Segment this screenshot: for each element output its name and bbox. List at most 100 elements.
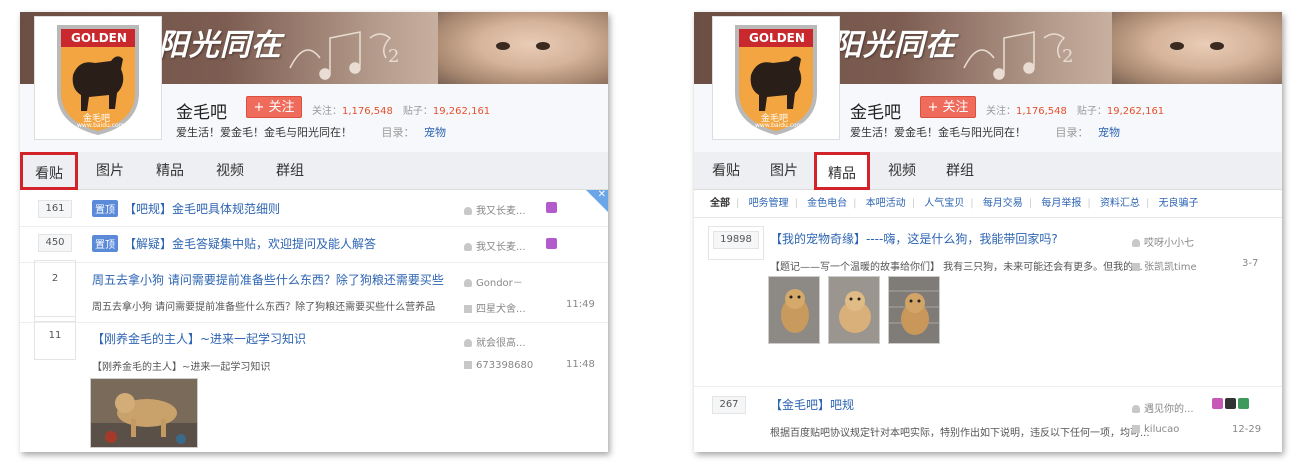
forum-name: 金毛吧 <box>850 103 901 123</box>
user-icon <box>464 339 472 347</box>
post-title-link[interactable]: 周五去拿小狗 请问需要提前准备些什么东西？除了狗粮还需要买些 <box>92 271 444 288</box>
user-icon <box>464 207 472 215</box>
forum-nav-bar: 看贴 图片 精品 视频 群组 <box>694 152 1282 190</box>
post-title-link[interactable]: 【刚养金毛的主人】~进来一起学习知识 <box>92 330 306 347</box>
logo-url: www.baidu.com <box>77 122 125 129</box>
forum-name: 金毛吧 <box>176 103 227 123</box>
tab-featured[interactable]: 精品 <box>142 152 198 190</box>
user-icon <box>464 243 472 251</box>
tab-pictures[interactable]: 图片 <box>82 152 138 190</box>
post-author[interactable]: Gondor－ <box>464 274 523 289</box>
post-title-link[interactable]: 【我的宠物奇缘】----嗨，这是什么狗，我能带回家吗? <box>770 230 1058 247</box>
music-notes-decoration: 2 <box>289 31 399 80</box>
category-item[interactable]: 本吧活动 <box>866 198 906 209</box>
tab-groups[interactable]: 群组 <box>932 152 988 190</box>
close-icon: ✕ <box>597 189 606 200</box>
logo-url: www.baidu.com <box>755 122 803 129</box>
post-author[interactable]: 哎呀小小七 <box>1132 234 1194 249</box>
last-reply-user[interactable]: 673398680 <box>464 360 533 371</box>
row-divider <box>20 322 608 323</box>
forum-nav-bar: 看贴 图片 精品 视频 群组 <box>20 152 608 190</box>
category-all[interactable]: 全部 <box>710 198 730 209</box>
member-level-icon <box>546 202 557 213</box>
member-level-icon <box>1212 398 1223 409</box>
reply-count-highlighted: 19898 <box>708 226 764 260</box>
reply-count-highlighted: 2 <box>34 260 76 322</box>
forum-slogan-line: 爱生活！爱金毛！金毛与阳光同在！ 目录： 宠物 <box>850 124 1120 140</box>
forum-stats: 关注：1,176,548 贴子：19,262,161 <box>312 102 490 117</box>
forum-stats: 关注：1,176,548 贴子：19,262,161 <box>986 102 1164 117</box>
tab-videos[interactable]: 视频 <box>874 152 930 190</box>
forum-panel-posts-view: 阳光同在 2 GOLDEN 金毛吧 www.baidu.com 金毛吧 + 关注… <box>20 12 608 452</box>
reply-time: 11:48 <box>566 359 595 370</box>
logo-text: GOLDEN <box>749 31 805 45</box>
post-title-link[interactable]: 置顶 【解疑】金毛答疑集中贴，欢迎提问及能人解答 <box>92 235 376 252</box>
forum-logo[interactable]: GOLDEN 金毛吧 www.baidu.com <box>34 16 162 140</box>
posts-count: 19,262,161 <box>1106 106 1165 117</box>
reply-count: 267 <box>712 396 746 414</box>
post-snippet: 周五去拿小狗 请问需要提前准备些什么东西？除了狗粮还需要买些什么营养品 <box>92 302 436 313</box>
tab-featured[interactable]: 精品 <box>814 152 870 190</box>
reply-count: 161 <box>38 200 72 218</box>
post-title-link[interactable]: 【金毛吧】吧规 <box>770 396 854 413</box>
reply-time: 11:49 <box>566 299 595 310</box>
forum-slogan: 爱生活！爱金毛！金毛与阳光同在！ <box>850 126 1026 139</box>
user-icon <box>1132 405 1140 413</box>
category-item[interactable]: 每月举报 <box>1041 198 1081 209</box>
tab-pictures[interactable]: 图片 <box>756 152 812 190</box>
post-thumbnail-dog-photo[interactable] <box>90 378 198 448</box>
sticky-badge: 置顶 <box>92 235 118 252</box>
post-author[interactable]: 就会很高... <box>464 334 526 349</box>
baby-photo <box>1112 12 1282 84</box>
forum-slogan-line: 爱生活！爱金毛！金毛与阳光同在！ 目录： 宠物 <box>176 124 446 140</box>
post-author[interactable]: 遇见你的... <box>1132 400 1194 415</box>
reply-time: 3-7 <box>1242 258 1259 269</box>
comment-icon <box>1132 425 1140 433</box>
post-snippet: 【刚养金毛的主人】~进来一起学习知识 <box>92 362 271 373</box>
last-reply-user[interactable]: 张凯凯time <box>1132 258 1197 273</box>
tab-posts[interactable]: 看贴 <box>20 152 78 190</box>
category-item[interactable]: 无良骗子 <box>1159 198 1199 209</box>
last-reply-user[interactable]: kilucao <box>1132 424 1179 435</box>
follow-button[interactable]: + 关注 <box>920 96 976 118</box>
comment-icon <box>464 305 472 313</box>
banner-title: 阳光同在 <box>832 28 956 63</box>
category-item[interactable]: 每月交易 <box>983 198 1023 209</box>
category-item[interactable]: 吧务管理 <box>749 198 789 209</box>
baby-photo <box>438 12 608 84</box>
post-author[interactable]: 我又长麦... <box>464 238 526 253</box>
user-icon <box>1132 239 1140 247</box>
row-divider <box>20 262 608 263</box>
vip-icon <box>1238 398 1249 409</box>
followers-label: 关注： <box>986 106 1016 117</box>
tab-posts[interactable]: 看贴 <box>698 152 754 190</box>
post-snippet: 根据百度贴吧协议规定针对本吧实际，特别作出如下说明，违反以下任何一项，均可... <box>770 428 1150 439</box>
directory-link[interactable]: 宠物 <box>1098 126 1120 139</box>
sticky-badge: 置顶 <box>92 200 118 217</box>
post-thumbnail-puppy-photo[interactable] <box>768 276 820 344</box>
forum-logo[interactable]: GOLDEN 金毛吧 www.baidu.com <box>712 16 840 140</box>
post-thumbnail-puppy-photo[interactable] <box>888 276 940 344</box>
svg-text:2: 2 <box>388 46 399 67</box>
reply-time: 12-29 <box>1232 424 1262 435</box>
directory-link[interactable]: 宠物 <box>424 126 446 139</box>
post-title-link[interactable]: 置顶 【吧规】金毛吧具体规范细则 <box>92 200 280 217</box>
post-snippet: 【题记——写一个温暖的故事给你们】 我有三只狗，未来可能还会有更多。但我的... <box>770 262 1143 273</box>
row-divider <box>694 386 1282 387</box>
follow-button[interactable]: + 关注 <box>246 96 302 118</box>
tab-groups[interactable]: 群组 <box>262 152 318 190</box>
comment-icon <box>1132 263 1140 271</box>
directory-label: 目录： <box>1055 126 1089 139</box>
music-notes-decoration: 2 <box>963 31 1073 80</box>
forum-slogan: 爱生活！爱金毛！金毛与阳光同在！ <box>176 126 352 139</box>
followers-count: 1,176,548 <box>342 106 393 117</box>
post-thumbnail-puppy-photo[interactable] <box>828 276 880 344</box>
category-item[interactable]: 人气宝贝 <box>924 198 964 209</box>
post-author[interactable]: 我又长麦... <box>464 202 526 217</box>
row-divider <box>20 226 608 227</box>
followers-count: 1,176,548 <box>1016 106 1067 117</box>
tab-videos[interactable]: 视频 <box>202 152 258 190</box>
last-reply-user[interactable]: 四星犬舍... <box>464 300 526 315</box>
category-item[interactable]: 资料汇总 <box>1100 198 1140 209</box>
category-item[interactable]: 金色电台 <box>807 198 847 209</box>
